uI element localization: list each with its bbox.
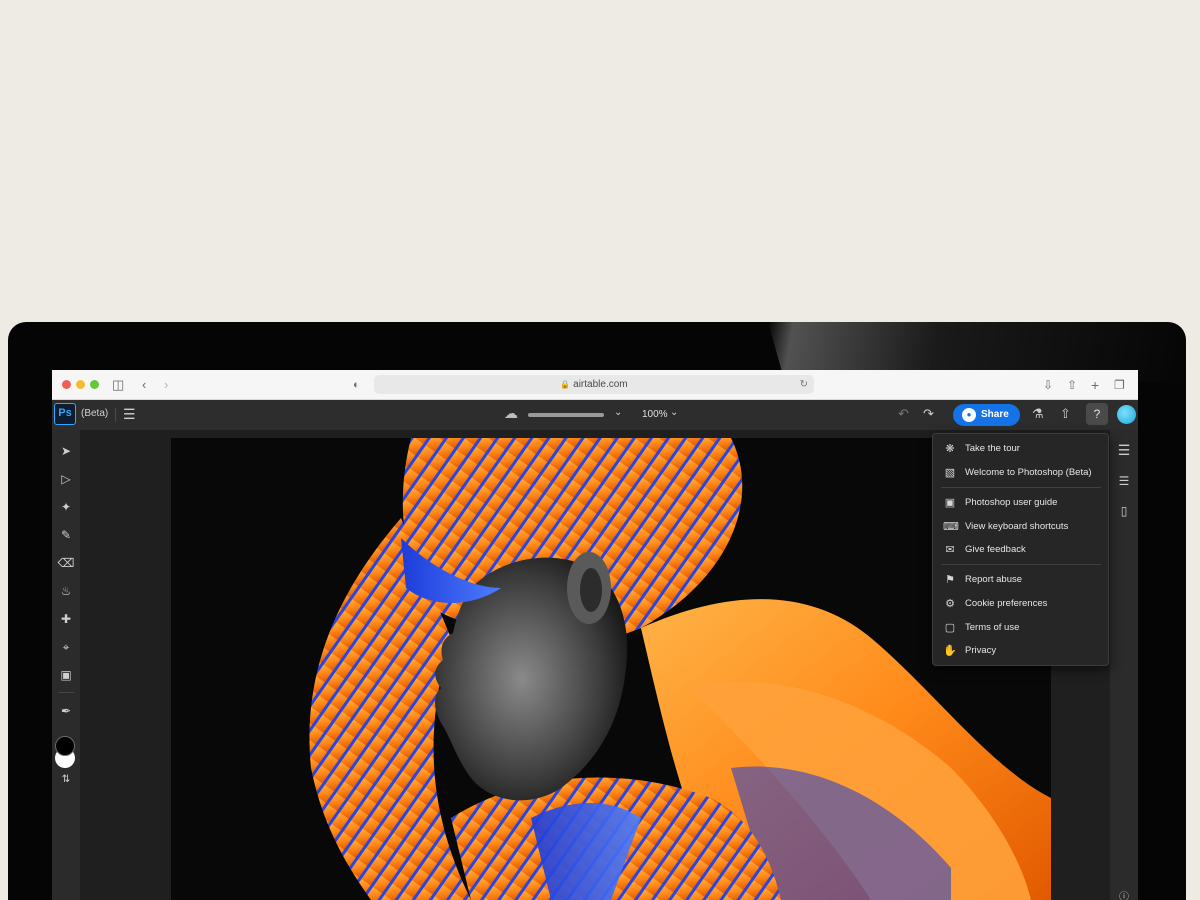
hamburger-menu-icon[interactable]: ☰ [123, 406, 136, 423]
minimize-window-button[interactable] [76, 380, 85, 389]
chevron-right-icon[interactable]: › [164, 376, 168, 394]
menu-item-user-guide[interactable]: ▣ Photoshop user guide [933, 492, 1108, 514]
download-icon[interactable]: ⇩ [1043, 376, 1053, 394]
save-progress-fill [528, 413, 604, 417]
flask-icon[interactable]: ⚗ [1032, 406, 1044, 422]
help-menu: ❋ Take the tour ▧ Welcome to Photoshop (… [932, 433, 1109, 666]
menu-item-label: Terms of use [965, 622, 1020, 633]
screen: ◫ ‹ › ◐ 🔒 airtable.com ↻ ⇩ ⇧ + ❐ Ps (Bet… [52, 370, 1138, 900]
menu-item-take-the-tour[interactable]: ❋ Take the tour [933, 438, 1108, 460]
menu-item-label: Welcome to Photoshop (Beta) [965, 467, 1092, 478]
app-header: Ps (Beta) ☰ ☁ ⌄ 100% ⌄ ↶ ↷ ● Share ⚗ ⇧ ? [52, 400, 1138, 430]
undo-icon[interactable]: ↶ [898, 406, 909, 422]
shield-icon[interactable]: ◐ [353, 376, 360, 394]
swap-colors-icon[interactable]: ⇅ [52, 774, 80, 785]
plus-icon[interactable]: + [1091, 376, 1099, 394]
close-window-button[interactable] [62, 380, 71, 389]
foreground-color-swatch[interactable] [55, 736, 75, 756]
zoom-level[interactable]: 100% [642, 409, 668, 420]
url-text: airtable.com [573, 379, 628, 390]
chevron-down-icon[interactable]: ⌄ [614, 407, 622, 418]
lightbulb-icon: ❋ [945, 443, 955, 455]
invite-user-icon: ● [962, 408, 976, 422]
flag-icon: ⚑ [945, 574, 955, 586]
zoom-window-button[interactable] [90, 380, 99, 389]
tabs-icon[interactable]: ❐ [1114, 376, 1125, 394]
menu-item-label: Take the tour [965, 443, 1020, 454]
document-canvas[interactable] [171, 438, 1051, 900]
menu-item-label: View keyboard shortcuts [965, 521, 1069, 532]
browser-toolbar: ◫ ‹ › ◐ 🔒 airtable.com ↻ ⇩ ⇧ + ❐ [52, 370, 1138, 400]
menu-item-label: Give feedback [965, 544, 1026, 555]
feedback-icon: ✉ [945, 544, 955, 556]
app-logo[interactable]: Ps [54, 403, 76, 425]
sliders-icon: ⚙ [945, 598, 955, 610]
menu-item-welcome[interactable]: ▧ Welcome to Photoshop (Beta) [933, 462, 1108, 484]
menu-item-label: Photoshop user guide [965, 497, 1058, 508]
menu-item-label: Privacy [965, 645, 997, 656]
share-button-label: Share [981, 409, 1009, 420]
help-button[interactable]: ? [1086, 403, 1108, 425]
menu-item-terms-of-use[interactable]: ▢ Terms of use [933, 617, 1108, 639]
export-icon[interactable]: ⇧ [1060, 406, 1071, 422]
brush-icon[interactable]: ✎ [52, 528, 80, 542]
chevron-left-icon[interactable]: ‹ [142, 376, 146, 394]
menu-item-label: Report abuse [965, 574, 1023, 585]
beta-badge: (Beta) [81, 408, 109, 419]
eraser-icon[interactable]: ⌫ [52, 556, 80, 570]
hand-icon: ✋ [943, 645, 957, 657]
avatar[interactable] [1117, 405, 1136, 424]
guide-icon: ▣ [944, 497, 956, 509]
healing-icon[interactable]: ✚ [52, 612, 80, 626]
divider [58, 692, 74, 693]
lock-icon: 🔒 [560, 380, 571, 389]
eyedropper-icon[interactable]: ✒ [52, 704, 80, 718]
sidebar-icon[interactable]: ◫ [112, 376, 124, 394]
right-panel: ☰ ☰ ▯ ⓘ [1110, 430, 1138, 900]
info-icon[interactable]: ⓘ [1110, 888, 1138, 900]
image-icon[interactable]: ▣ [52, 668, 80, 682]
adjustments-icon[interactable]: ☰ [1110, 474, 1138, 488]
fill-icon[interactable]: ♨ [52, 584, 80, 598]
keyboard-icon: ⌨ [943, 521, 959, 533]
tools-panel: ➤ ▷ ✦ ✎ ⌫ ♨ ✚ ⌖ ▣ ✒ ⇅ [52, 430, 80, 900]
help-icon: ? [1093, 407, 1101, 421]
cloud-icon: ☁ [504, 405, 518, 421]
transform-icon[interactable]: ▷ [52, 472, 80, 486]
crop-icon[interactable]: ⌖ [52, 640, 80, 655]
menu-divider [941, 487, 1101, 488]
share-icon[interactable]: ⇧ [1067, 376, 1077, 394]
menu-item-keyboard-shortcuts[interactable]: ⌨ View keyboard shortcuts [933, 516, 1108, 538]
comments-icon[interactable]: ▯ [1110, 504, 1138, 518]
artwork-image [309, 438, 1051, 900]
menu-item-label: Cookie preferences [965, 598, 1048, 609]
address-bar[interactable]: 🔒 airtable.com ↻ [374, 375, 814, 394]
menu-item-give-feedback[interactable]: ✉ Give feedback [933, 539, 1108, 561]
menu-item-privacy[interactable]: ✋ Privacy [933, 640, 1108, 662]
document-icon: ▢ [944, 622, 956, 634]
select-icon[interactable]: ➤ [52, 444, 80, 458]
menu-item-cookie-preferences[interactable]: ⚙ Cookie preferences [933, 593, 1108, 615]
reload-icon[interactable]: ↻ [800, 375, 808, 394]
divider [115, 408, 116, 422]
quick-select-icon[interactable]: ✦ [52, 500, 80, 514]
share-button[interactable]: ● Share [953, 404, 1020, 426]
save-progress-bar [528, 413, 604, 417]
menu-divider [941, 564, 1101, 565]
menu-item-report-abuse[interactable]: ⚑ Report abuse [933, 569, 1108, 591]
zoom-chevron-down-icon[interactable]: ⌄ [670, 407, 678, 418]
layers-icon[interactable]: ☰ [1110, 442, 1138, 459]
redo-icon[interactable]: ↷ [923, 406, 934, 422]
gift-icon: ▧ [944, 467, 956, 479]
